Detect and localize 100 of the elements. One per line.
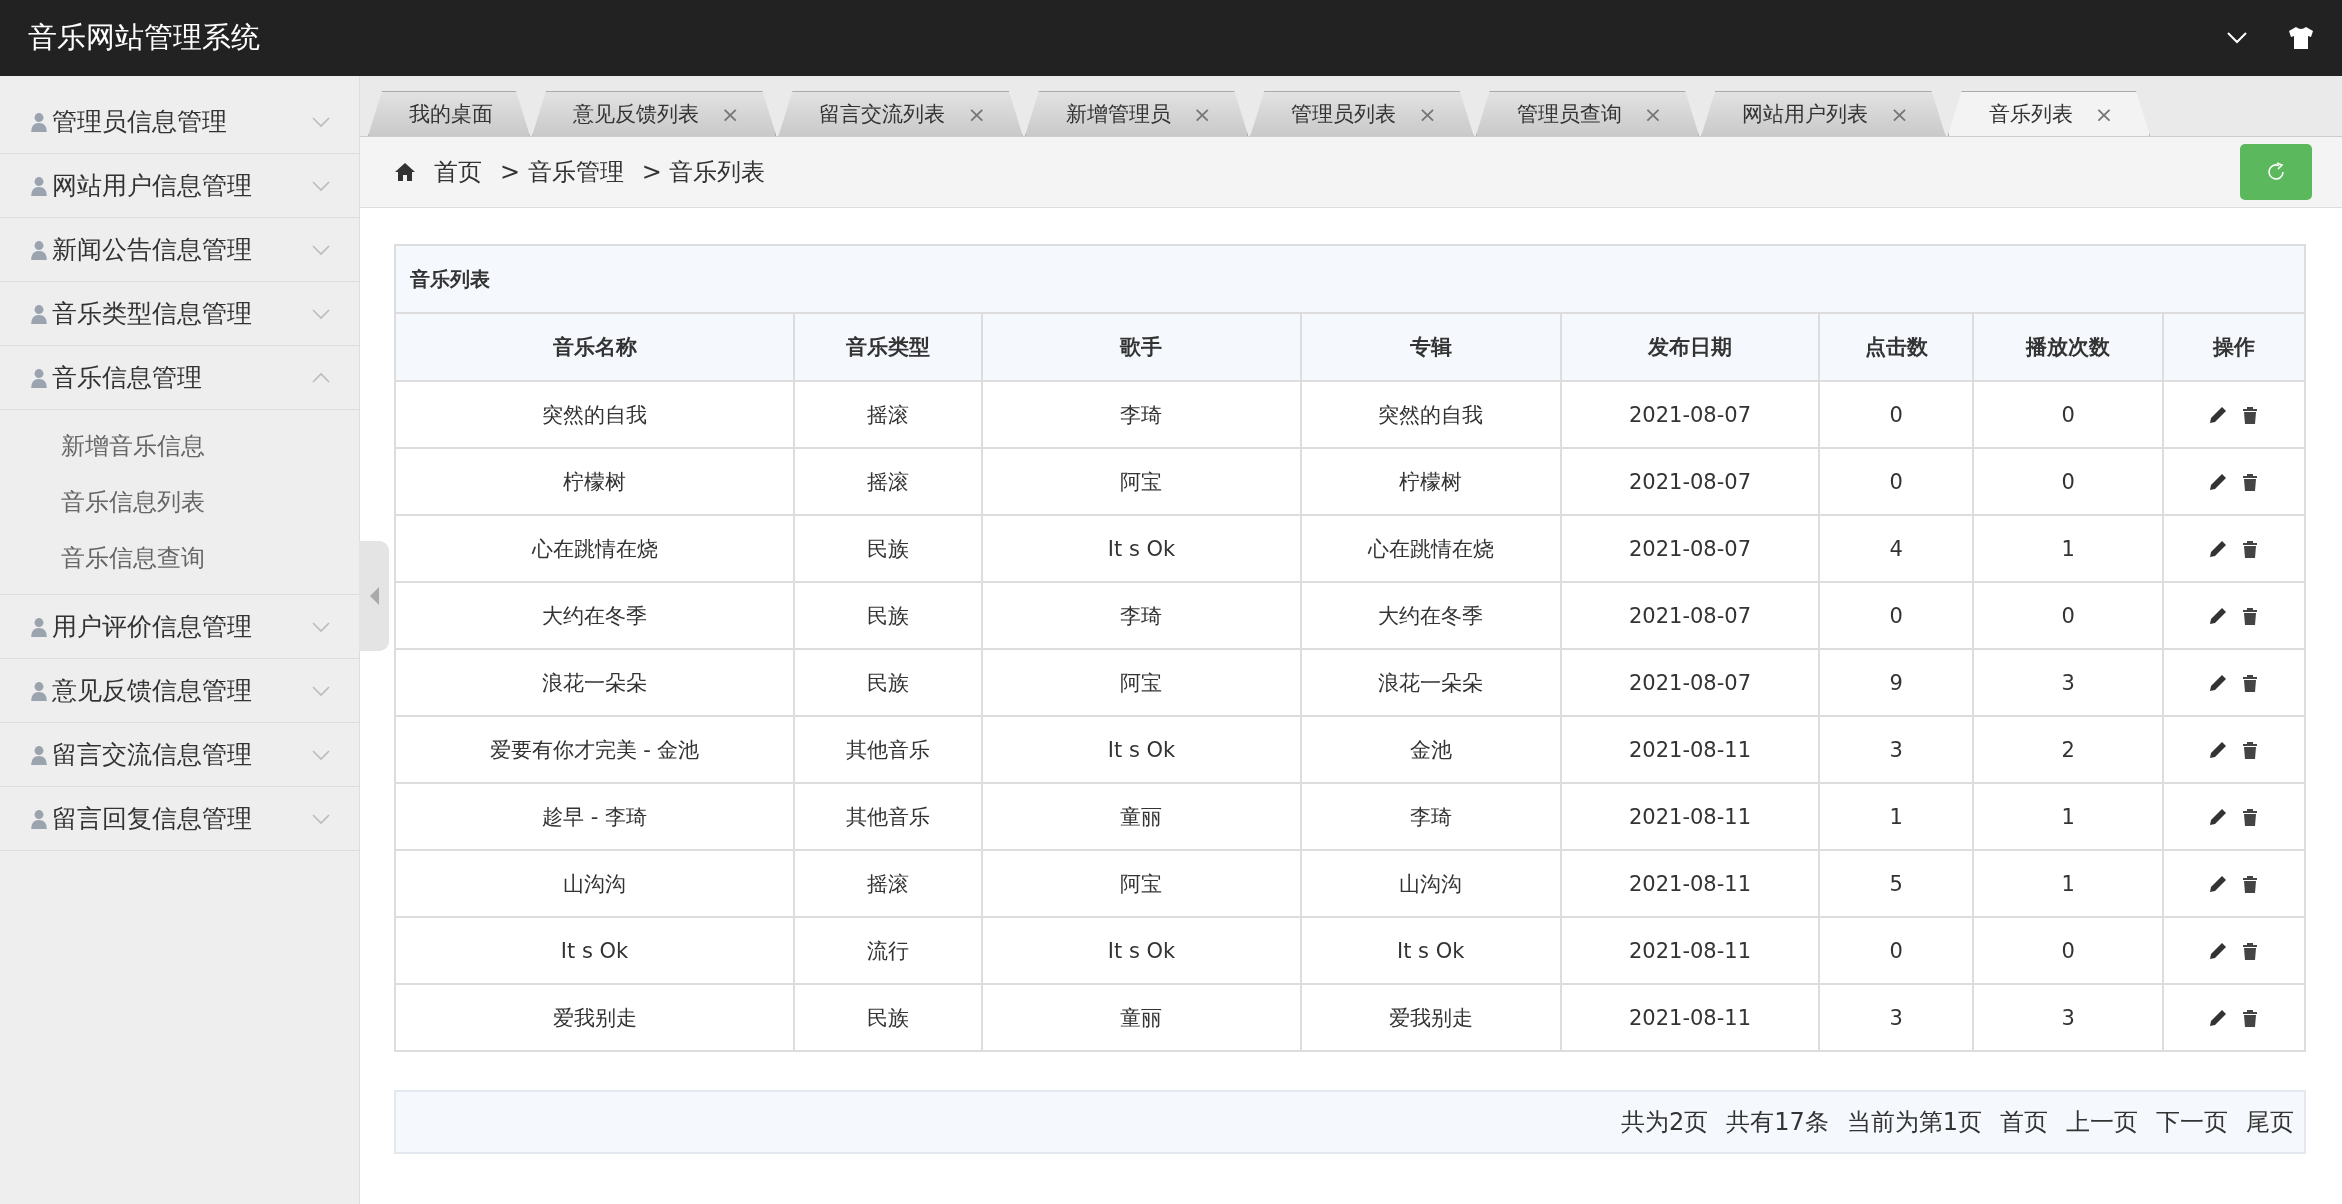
table-cell: 心在跳情在烧 [395,515,795,582]
tab[interactable]: 新增管理员 × [1024,91,1249,136]
tab[interactable]: 音乐列表 × [1947,91,2151,136]
table-cell: 爱我别走 [1300,984,1561,1051]
sidebar-item[interactable]: 留言交流信息管理 [0,723,359,787]
column-header: 点击数 [1819,313,1974,381]
table-cell: 流行 [794,917,983,984]
chevron-down-icon [311,307,331,320]
delete-icon[interactable] [2240,672,2260,693]
delete-icon[interactable] [2240,538,2260,559]
edit-icon[interactable] [2208,605,2228,626]
user-icon [30,680,48,701]
pagination-link[interactable]: 首页 [2000,1106,2048,1138]
table-cell: 1 [1973,515,2163,582]
table-cell: 李琦 [1300,783,1561,850]
refresh-icon [2265,161,2287,183]
tab[interactable]: 网站用户列表 × [1701,91,1946,136]
delete-icon[interactable] [2240,605,2260,626]
edit-icon[interactable] [2208,471,2228,492]
table-cell: 摇滚 [794,850,983,917]
table-cell: 5 [1819,850,1974,917]
pagination-info: 共为2页 [1620,1107,1709,1138]
table-cell: 李琦 [982,381,1301,448]
table-cell: 童丽 [982,783,1301,850]
close-icon[interactable]: × [2094,101,2114,127]
edit-icon[interactable] [2208,940,2228,961]
table-cell: It s Ok [1300,917,1561,984]
pagination-link[interactable]: 上一页 [2066,1106,2138,1138]
sidebar-item[interactable]: 用户评价信息管理 [0,595,359,659]
user-icon [30,367,48,388]
delete-icon[interactable] [2240,404,2260,425]
sidebar-item[interactable]: 留言回复信息管理 [0,787,359,851]
delete-icon[interactable] [2240,739,2260,760]
table-cell: 4 [1819,515,1974,582]
table-cell: 3 [1819,984,1974,1051]
table-cell: It s Ok [982,716,1301,783]
table-cell: 金池 [1300,716,1561,783]
delete-icon[interactable] [2240,471,2260,492]
table-cell: 1 [1819,783,1974,850]
tab[interactable]: 管理员列表 × [1250,91,1474,136]
sidebar-item[interactable]: 新闻公告信息管理 [0,218,359,282]
table-cell: It s Ok [982,917,1301,984]
table-cell: 0 [1973,917,2163,984]
table-cell: 2021-08-07 [1560,448,1820,515]
edit-icon[interactable] [2208,538,2228,559]
edit-icon[interactable] [2208,404,2228,425]
pagination-info: 当前为第1页 [1846,1107,1982,1138]
breadcrumb-link[interactable]: > 音乐列表 [641,156,766,188]
sidebar-subitem[interactable]: 音乐信息列表 [0,474,359,530]
pagination-link[interactable]: 下一页 [2156,1106,2228,1138]
table-cell: 民族 [794,515,983,582]
chevron-up-icon [311,371,331,384]
table-cell: 3 [1973,984,2163,1051]
collapse-handle-icon[interactable] [359,541,389,651]
table-cell: 山沟沟 [395,850,795,917]
pagination-info: 共有17条 [1726,1107,1829,1138]
tshirt-icon[interactable] [2288,26,2314,50]
delete-icon[interactable] [2240,940,2260,961]
home-icon[interactable] [394,162,416,182]
sidebar-subitem[interactable]: 音乐信息查询 [0,530,359,586]
sidebar-subitem[interactable]: 新增音乐信息 [0,418,359,474]
chevron-down-icon [311,179,331,192]
tab[interactable]: 管理员查询 × [1475,91,1700,136]
table-cell: 突然的自我 [1300,381,1561,448]
table-cell: 0 [1973,582,2163,649]
table-cell: 山沟沟 [1300,850,1561,917]
table-cell: 大约在冬季 [1300,582,1561,649]
sidebar-item[interactable]: 网站用户信息管理 [0,154,359,218]
chevron-down-icon [311,812,331,825]
sidebar-item[interactable]: 音乐类型信息管理 [0,282,359,346]
breadcrumb-link[interactable]: 首页 [434,156,482,188]
table-cell: 阿宝 [982,850,1301,917]
edit-icon[interactable] [2208,1007,2228,1028]
delete-icon[interactable] [2240,1007,2260,1028]
delete-icon[interactable] [2240,806,2260,827]
tab[interactable]: 留言交流列表 × [778,91,1023,136]
breadcrumb-link[interactable]: > 音乐管理 [500,156,624,188]
sidebar-item[interactable]: 意见反馈信息管理 [0,659,359,723]
chevron-down-icon[interactable] [2226,31,2248,45]
table-cell: 2021-08-07 [1560,381,1820,448]
table-cell: 2 [1973,716,2163,783]
table-cell: 0 [1973,381,2163,448]
chevron-down-icon [311,684,331,697]
table-cell: 1 [1973,783,2163,850]
sidebar-item[interactable]: 管理员信息管理 [0,90,359,154]
table-cell: 柠檬树 [395,448,795,515]
table-cell: 大约在冬季 [395,582,795,649]
sidebar-item[interactable]: 音乐信息管理 [0,346,359,410]
tab[interactable]: 意见反馈列表 × [532,91,777,136]
edit-icon[interactable] [2208,672,2228,693]
edit-icon[interactable] [2208,873,2228,894]
delete-icon[interactable] [2240,873,2260,894]
edit-icon[interactable] [2208,806,2228,827]
edit-icon[interactable] [2208,739,2228,760]
tab[interactable]: 我的桌面 [368,91,530,136]
app-title: 音乐网站管理系统 [28,19,261,56]
pagination-link[interactable]: 尾页 [2246,1106,2294,1138]
table-cell: 心在跳情在烧 [1300,515,1561,582]
chevron-down-icon [311,115,331,128]
table-cell: 0 [1819,917,1974,984]
